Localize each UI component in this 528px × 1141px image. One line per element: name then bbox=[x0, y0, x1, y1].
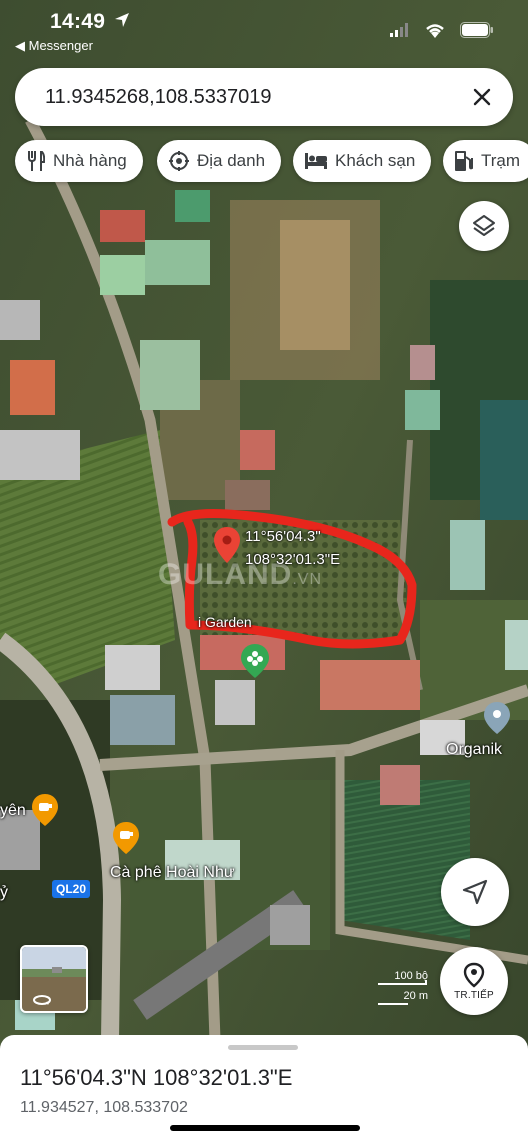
cafe-marker-icon[interactable] bbox=[32, 794, 58, 831]
chip-hotels[interactable]: Khách sạn bbox=[293, 140, 432, 182]
chip-landmarks[interactable]: Địa danh bbox=[157, 140, 282, 182]
close-icon[interactable] bbox=[467, 82, 497, 112]
garden-marker-icon[interactable] bbox=[241, 644, 269, 683]
left-fragment-label: ỷ bbox=[0, 884, 8, 901]
chip-label: Nhà hàng bbox=[53, 151, 127, 170]
place-decimal-coordinates: 11.934527, 108.533702 bbox=[20, 1099, 188, 1116]
organik-marker-icon[interactable] bbox=[484, 702, 510, 739]
status-bar: 14:49 ◀ Messenger bbox=[0, 0, 528, 58]
pin-latitude-label: 11°56'04.3" bbox=[245, 528, 321, 545]
my-location-button[interactable] bbox=[441, 858, 509, 926]
directions-label: TR.TIẾP bbox=[454, 989, 494, 1001]
back-to-app-link[interactable]: ◀ Messenger bbox=[15, 38, 93, 54]
scale-metric: 20 m bbox=[403, 990, 428, 1002]
drag-handle[interactable] bbox=[228, 1045, 298, 1050]
chip-label: Trạm bbox=[481, 151, 521, 170]
chip-gas-stations[interactable]: Trạm bbox=[443, 140, 528, 182]
street-view-thumbnail[interactable] bbox=[20, 945, 88, 1013]
chip-label: Địa danh bbox=[197, 151, 266, 170]
navigation-arrow-icon bbox=[462, 879, 488, 905]
garden-label[interactable]: i Garden bbox=[198, 614, 252, 630]
search-input[interactable]: 11.9345268,108.5337019 bbox=[45, 86, 272, 109]
rotate-360-icon bbox=[32, 993, 52, 1011]
landmark-icon bbox=[169, 151, 189, 171]
scale-imperial: 100 bộ bbox=[394, 970, 428, 982]
layers-icon bbox=[473, 215, 495, 236]
cafe-label[interactable]: Cà phê Hoài Như bbox=[110, 864, 235, 882]
location-pin-icon[interactable] bbox=[214, 527, 240, 568]
wifi-icon bbox=[424, 22, 446, 43]
search-box[interactable]: 11.9345268,108.5337019 bbox=[15, 68, 513, 126]
home-indicator[interactable] bbox=[170, 1125, 360, 1131]
organik-label[interactable]: Organik bbox=[446, 741, 502, 759]
bed-icon bbox=[305, 153, 327, 169]
fork-knife-icon bbox=[28, 151, 45, 171]
pin-longitude-label: 108°32'01.3"E bbox=[245, 551, 341, 568]
chip-label: Khách sạn bbox=[335, 151, 416, 170]
layers-button[interactable] bbox=[459, 201, 509, 251]
location-arrow-icon bbox=[114, 12, 130, 33]
pin-direction-icon bbox=[463, 962, 485, 988]
signal-icon bbox=[390, 23, 410, 42]
cafe-marker-icon[interactable] bbox=[113, 822, 139, 859]
route-badge: QL20 bbox=[52, 880, 91, 898]
status-time: 14:49 bbox=[50, 10, 106, 33]
gas-station-icon bbox=[455, 151, 473, 171]
directions-button[interactable]: TR.TIẾP bbox=[440, 947, 508, 1015]
chip-restaurants[interactable]: Nhà hàng bbox=[15, 140, 143, 182]
cafe-fragment-label[interactable]: yên bbox=[0, 802, 26, 820]
battery-icon bbox=[460, 22, 494, 43]
place-title: 11°56'04.3"N 108°32'01.3"E bbox=[20, 1065, 293, 1090]
map-scale: 100 bộ 20 m bbox=[358, 966, 428, 1006]
